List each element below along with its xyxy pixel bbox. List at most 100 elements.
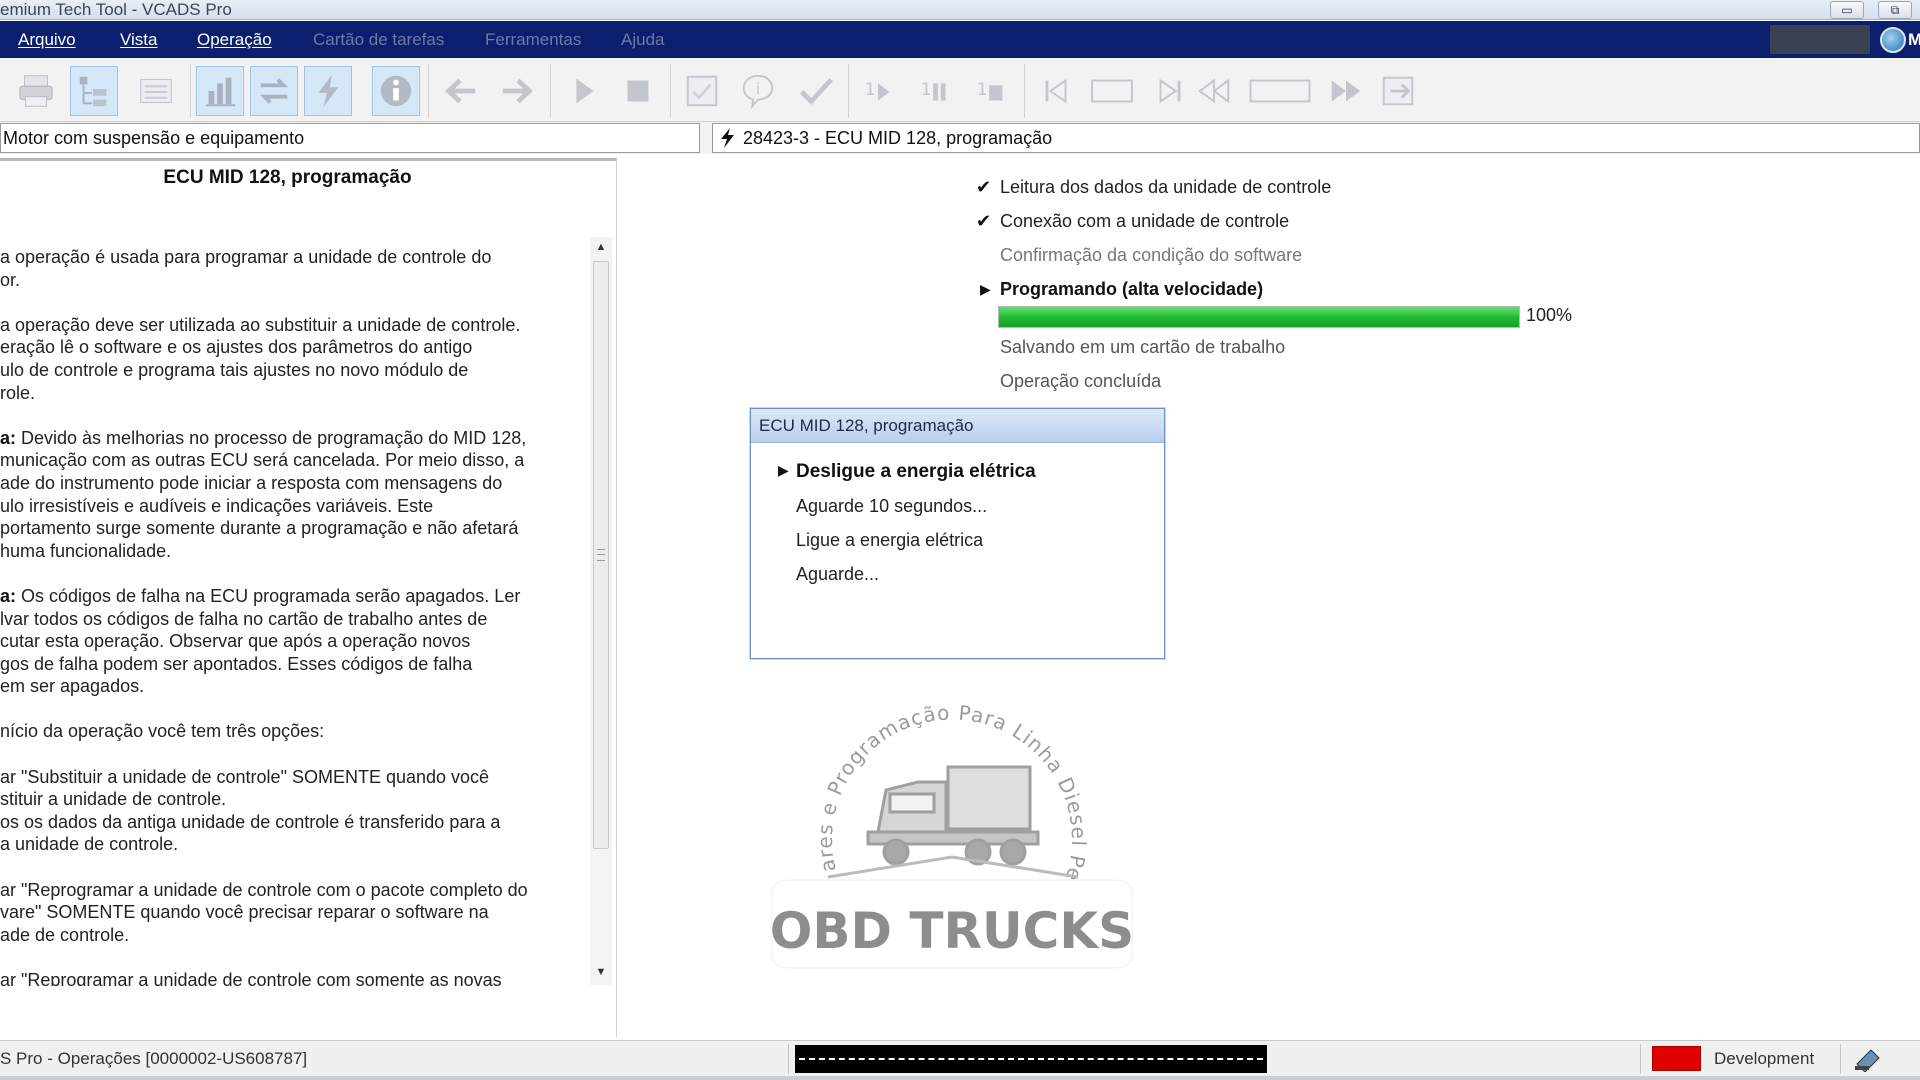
- checkmark-icon[interactable]: [792, 66, 840, 116]
- step-label: Programando (alta velocidade): [1000, 279, 1264, 299]
- document-line: huma funcionalidade.: [0, 540, 172, 561]
- status-bar: S Pro - Operações [0000002-US608787] Dev…: [0, 1040, 1920, 1080]
- instruction-dialog: ECU MID 128, programação ▶ Desligue a ene…: [750, 408, 1165, 659]
- svg-text:1: 1: [865, 80, 876, 100]
- environment-indicator: [1652, 1046, 1701, 1071]
- step-play-icon[interactable]: 1: [856, 66, 904, 116]
- restore-button[interactable]: ⧉: [1878, 1, 1912, 19]
- dialog-step-item: Aguarde 10 segundos...: [796, 496, 987, 517]
- step-item: ✔ Leitura dos dados da unidade de control…: [976, 177, 1332, 198]
- document-line: a unidade de controle.: [0, 834, 179, 855]
- menu-ferramentas[interactable]: Ferramentas: [485, 21, 581, 58]
- document-line: municação com as outras ECU será cancela…: [0, 450, 525, 471]
- document-paragraph: ar "Reprogramar a unidade de controle co…: [0, 879, 585, 947]
- menu-vista[interactable]: Vista: [120, 21, 158, 58]
- progress-percentage: 100%: [1526, 305, 1573, 325]
- status-redacted-field: [795, 1045, 1267, 1073]
- back-arrow-icon[interactable]: [436, 66, 484, 116]
- toolbar: i 1 1 1: [0, 58, 1920, 122]
- step-item: Salvando em um cartão de trabalho: [1000, 337, 1285, 358]
- step-label: Salvando em um cartão de trabalho: [1000, 337, 1286, 357]
- document-line: a: Os códigos de falha na ECU programada…: [0, 585, 521, 606]
- watermark-brand: OBD TRUCKS: [770, 902, 1134, 960]
- stop-icon[interactable]: [614, 66, 662, 116]
- step-stop-icon[interactable]: 1: [968, 66, 1016, 116]
- frame-icon[interactable]: [1082, 66, 1142, 116]
- step-label: Confirmação da condição do software: [1000, 245, 1303, 265]
- environment-label: Development: [1714, 1049, 1815, 1068]
- menu-status-block: [1770, 25, 1870, 54]
- document-paragraph: a operação deve ser utilizada ao substit…: [0, 314, 585, 404]
- document-line: nício da operação você tem três opções:: [0, 721, 325, 742]
- document-line: or.: [0, 269, 21, 290]
- menu-operacao[interactable]: Operação: [197, 21, 272, 58]
- scroll-thumb[interactable]: [593, 261, 609, 849]
- menu-cartao-de-tarefas[interactable]: Cartão de tarefas: [313, 21, 444, 58]
- document-line: em ser apagados.: [0, 676, 145, 697]
- document-body: a operação é usada para programar a unid…: [0, 246, 585, 986]
- breadcrumb: Motor com suspensão e equipamento 28423-…: [0, 122, 1920, 154]
- bolt-icon[interactable]: [304, 66, 352, 116]
- step-pause-icon[interactable]: 1: [912, 66, 960, 116]
- document-line: ar "Reprogramar a unidade de controle co…: [0, 970, 502, 986]
- document-line: ar "Substituir a unidade de controle" SO…: [0, 766, 490, 787]
- document-line: os os dados da antiga unidade de control…: [0, 811, 501, 832]
- play-icon[interactable]: [560, 66, 608, 116]
- taskbar-strip: [0, 1076, 1920, 1080]
- scroll-down-icon[interactable]: ▼: [594, 965, 608, 979]
- step-label: Conexão com a unidade de controle: [1000, 211, 1290, 231]
- list-icon[interactable]: [132, 66, 180, 116]
- hint-icon[interactable]: i: [734, 66, 782, 116]
- document-line: portamento surge somente durante a progr…: [0, 518, 519, 539]
- obd-trucks-watermark: Softwares e Programação Para Linha Diese…: [768, 672, 1134, 969]
- document-line: ade de controle.: [0, 924, 130, 945]
- operation-label: 28423-3 - ECU MID 128, programação: [743, 128, 1053, 148]
- dialog-step-item: ▶ Desligue a energia elétrica: [778, 461, 1036, 483]
- rewind-icon[interactable]: [1190, 66, 1238, 116]
- current-step-arrow-icon: ▶: [980, 281, 991, 297]
- dialog-step-label: Aguarde 10 segundos...: [796, 496, 988, 516]
- checklist-icon[interactable]: [678, 66, 726, 116]
- step-label: Leitura dos dados da unidade de controle: [1000, 177, 1332, 197]
- document-line: ulo de controle e programa tais ajustes …: [0, 359, 469, 380]
- documentation-pane: ECU MID 128, programação a operação é us…: [0, 158, 617, 1037]
- title-bar: emium Tech Tool - VCADS Pro ▭ ⧉: [0, 0, 1920, 20]
- scroll-up-icon[interactable]: ▲: [594, 240, 608, 254]
- dialog-step-item: Ligue a energia elétrica: [796, 530, 983, 551]
- connection-icon[interactable]: [1853, 1046, 1883, 1072]
- menu-arquivo[interactable]: Arquivo: [18, 21, 76, 58]
- document-line: stituir a unidade de controle.: [0, 789, 227, 810]
- document-paragraph: ar "Substituir a unidade de controle" SO…: [0, 766, 585, 856]
- svg-text:1: 1: [977, 80, 988, 100]
- step-label: Operação concluída: [1000, 371, 1162, 391]
- operation-field: 28423-3 - ECU MID 128, programação: [712, 123, 1920, 153]
- document-scrollbar[interactable]: ▲ ▼: [590, 237, 612, 985]
- document-paragraph: a operação é usada para programar a unid…: [0, 246, 585, 291]
- menu-ajuda[interactable]: Ajuda: [621, 21, 664, 58]
- fast-forward-icon[interactable]: [1322, 66, 1370, 116]
- document-line: cutar esta operação. Observar que após a…: [0, 631, 471, 652]
- document-paragraph: nício da operação você tem três opções:: [0, 720, 585, 743]
- globe-icon[interactable]: [1880, 27, 1906, 53]
- step-item: Confirmação da condição do software: [1000, 245, 1302, 266]
- printer-icon[interactable]: [12, 66, 60, 116]
- svg-text:1: 1: [921, 80, 932, 100]
- document-line: eração lê o software e os ajustes dos pa…: [0, 337, 473, 358]
- menu-bar: Arquivo Vista Operação Cartão de tarefas…: [0, 21, 1920, 58]
- forward-arrow-icon[interactable]: [494, 66, 542, 116]
- frame2-icon[interactable]: [1240, 66, 1320, 116]
- last-icon[interactable]: [1146, 66, 1194, 116]
- dialog-step-label: Ligue a energia elétrica: [796, 530, 984, 550]
- bolt-icon: [721, 128, 734, 148]
- swap-arrows-icon[interactable]: [250, 66, 298, 116]
- minimize-button[interactable]: ▭: [1830, 1, 1864, 19]
- info-icon[interactable]: [372, 66, 420, 116]
- step-item: ▶ Programando (alta velocidade): [980, 279, 1264, 300]
- first-icon[interactable]: [1032, 66, 1080, 116]
- status-operation-id: S Pro - Operações [0000002-US608787]: [0, 1049, 308, 1068]
- bar-chart-icon[interactable]: [196, 66, 244, 116]
- export-icon[interactable]: [1374, 66, 1422, 116]
- tree-icon[interactable]: [70, 66, 118, 116]
- document-paragraph: a: Devido às melhorias no processo de pr…: [0, 427, 585, 563]
- step-item: ✔ Conexão com a unidade de controle: [976, 211, 1290, 232]
